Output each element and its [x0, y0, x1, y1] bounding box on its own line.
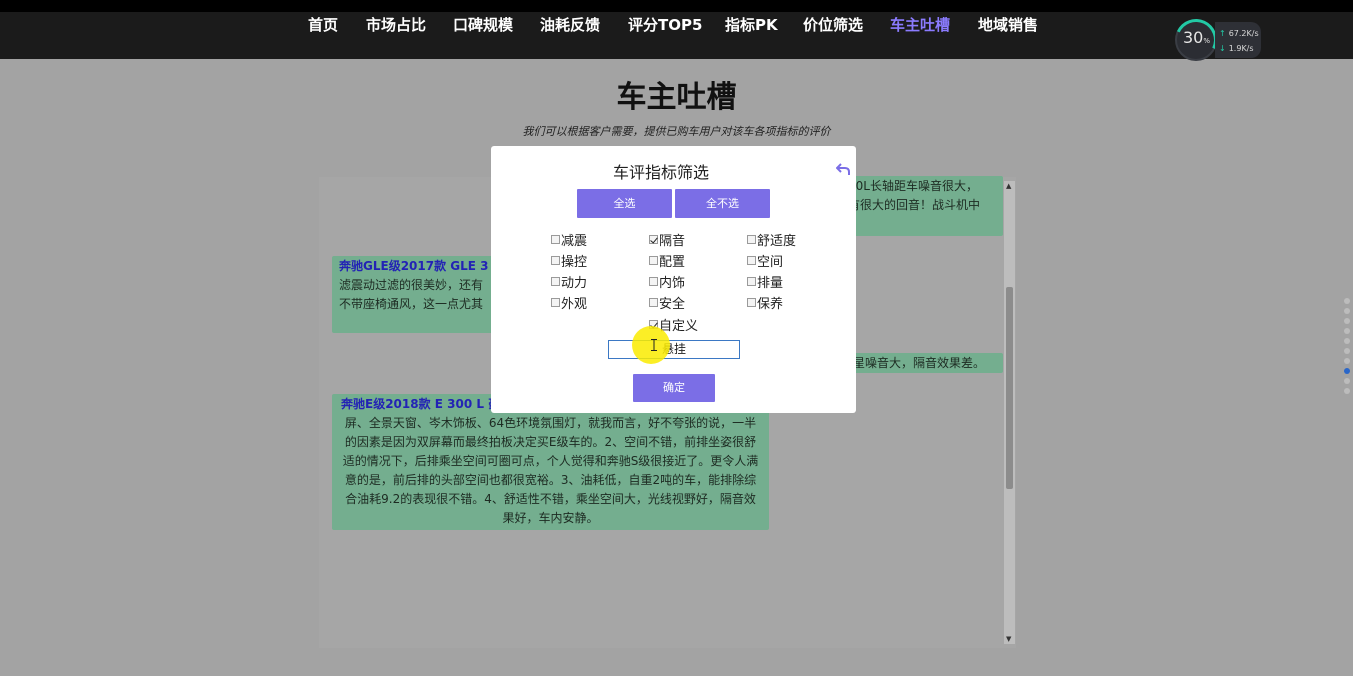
checkbox[interactable] — [551, 256, 560, 265]
page-dot[interactable] — [1344, 328, 1350, 334]
review-bubble: 奔驰E级2018款 E 300 L 豪 屏、全景天窗、岑木饰板、64色环境氛围灯… — [332, 394, 769, 530]
filter-modal: 车评指标筛选 全选 全不选 减震 隔音 舒适度 操控 配置 空间 动力 内饰 排… — [491, 146, 856, 413]
option-power[interactable]: 动力 — [551, 272, 587, 291]
option-space[interactable]: 空间 — [747, 251, 783, 270]
page-dot[interactable] — [1344, 358, 1350, 364]
upload-speed: ↑ 67.2K/s — [1219, 29, 1259, 38]
option-displacement[interactable]: 排量 — [747, 272, 783, 291]
download-speed: ↓ 1.9K/s — [1219, 44, 1254, 53]
page-dot-active[interactable] — [1344, 368, 1350, 374]
download-arrow-icon: ↓ — [1219, 44, 1226, 53]
review-text: 滤震动过滤的很美妙，还有 不带座椅通风，这一点尤其 — [339, 278, 484, 311]
page-dot[interactable] — [1344, 298, 1350, 304]
upload-arrow-icon: ↑ — [1219, 29, 1226, 38]
checkbox[interactable] — [551, 277, 560, 286]
page-dot[interactable] — [1344, 308, 1350, 314]
cpu-percent: 30% — [1183, 28, 1211, 47]
review-bubble: 00L长轴距车噪音很大， 有很大的回音！战斗机中 — [840, 176, 1003, 236]
speed-panel: ↑ 67.2K/s ↓ 1.9K/s — [1215, 22, 1261, 58]
confirm-button[interactable]: 确定 — [633, 374, 715, 402]
checkbox[interactable] — [649, 298, 658, 307]
review-title: 奔驰GLE级2017款 GLE 3 — [339, 259, 489, 273]
checkbox[interactable] — [747, 277, 756, 286]
option-maintenance[interactable]: 保养 — [747, 293, 783, 312]
nav-item-fuel[interactable]: 油耗反馈 — [540, 14, 600, 35]
checkbox[interactable] — [747, 298, 756, 307]
main-nav: 首页 市场占比 口碑规模 油耗反馈 评分TOP5 指标PK 价位筛选 车主吐槽 … — [0, 12, 1353, 59]
checkbox-checked[interactable] — [649, 235, 658, 244]
review-text: 00L长轴距车噪音很大， 有很大的回音！战斗机中 — [848, 179, 981, 212]
page-title: 车主吐槽 — [616, 80, 737, 115]
page-dot[interactable] — [1344, 338, 1350, 344]
option-custom[interactable]: 自定义 — [649, 315, 698, 334]
select-all-button[interactable]: 全选 — [577, 189, 672, 218]
checkbox[interactable] — [747, 256, 756, 265]
network-speed-widget[interactable]: 30% ↑ 67.2K/s ↓ 1.9K/s — [1169, 13, 1261, 67]
scrollbar-thumb[interactable] — [1006, 287, 1013, 489]
option-shock-absorption[interactable]: 减震 — [551, 230, 587, 249]
option-handling[interactable]: 操控 — [551, 251, 587, 270]
custom-indicator-input[interactable]: 悬挂 — [608, 340, 740, 359]
nav-item-pk[interactable]: 指标PK — [725, 14, 778, 35]
nav-item-home[interactable]: 首页 — [308, 14, 338, 35]
option-comfort[interactable]: 舒适度 — [747, 230, 796, 249]
nav-item-market-share[interactable]: 市场占比 — [366, 14, 426, 35]
checkbox[interactable] — [649, 256, 658, 265]
page-dot[interactable] — [1344, 318, 1350, 324]
nav-item-complaints[interactable]: 车主吐槽 — [890, 14, 950, 35]
review-bubble: 奔驰GLE级2017款 GLE 3 滤震动过滤的很美妙，还有 不带座椅通风，这一… — [332, 256, 497, 333]
option-safety[interactable]: 安全 — [649, 293, 685, 312]
review-text: 屏、全景天窗、岑木饰板、64色环境氛围灯，就我而言，好不夸张的说，一半的因素是因… — [342, 416, 759, 525]
review-text: 星噪音大，隔音效果差。 — [853, 356, 986, 370]
checkbox-checked[interactable] — [649, 320, 658, 329]
page-dot[interactable] — [1344, 348, 1350, 354]
option-sound-insulation[interactable]: 隔音 — [649, 230, 685, 249]
option-configuration[interactable]: 配置 — [649, 251, 685, 270]
checkbox[interactable] — [551, 235, 560, 244]
nav-item-reputation[interactable]: 口碑规模 — [453, 14, 513, 35]
scroll-down-icon[interactable]: ▼ — [1006, 635, 1011, 643]
page-dots — [1344, 298, 1353, 398]
review-bubble: 星噪音大，隔音效果差。 — [845, 353, 1003, 373]
checkbox[interactable] — [551, 298, 560, 307]
option-exterior[interactable]: 外观 — [551, 293, 587, 312]
option-interior[interactable]: 内饰 — [649, 272, 685, 291]
select-none-button[interactable]: 全不选 — [675, 189, 770, 218]
checkbox[interactable] — [649, 277, 658, 286]
nav-item-regional-sales[interactable]: 地域销售 — [978, 14, 1038, 35]
reviews-scrollbar[interactable] — [1004, 181, 1015, 644]
page-subtitle: 我们可以根据客户需要，提供已购车用户对该车各项指标的评价 — [522, 125, 831, 138]
nav-item-top5[interactable]: 评分TOP5 — [628, 14, 702, 35]
page-dot[interactable] — [1344, 388, 1350, 394]
back-arrow-icon[interactable] — [836, 162, 850, 176]
top-strip — [0, 0, 1353, 12]
checkbox[interactable] — [747, 235, 756, 244]
nav-item-price[interactable]: 价位筛选 — [803, 14, 863, 35]
modal-title: 车评指标筛选 — [612, 163, 709, 182]
page-dot[interactable] — [1344, 378, 1350, 384]
scroll-up-icon[interactable]: ▲ — [1006, 182, 1011, 190]
